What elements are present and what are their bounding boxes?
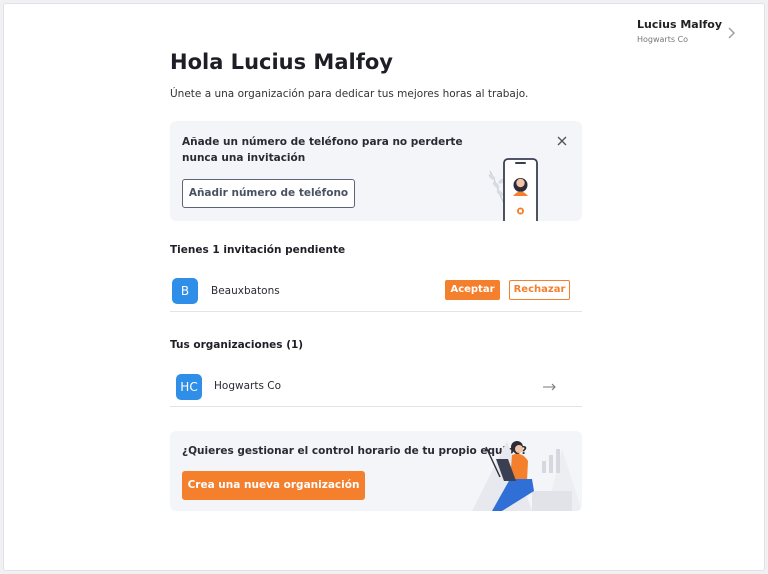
invitation-organization-name: Beauxbatons (211, 285, 280, 297)
phone-number-banner: Añade un número de teléfono para no perd… (170, 121, 582, 221)
organizations-heading: Tus organizaciones (1) (170, 339, 304, 351)
arrow-right-icon[interactable] (543, 383, 557, 391)
phone-illustration (488, 158, 538, 221)
page-subtitle: Únete a una organización para dedicar tu… (170, 88, 529, 100)
page-title: Hola Lucius Malfoy (170, 50, 393, 74)
app-window: Lucius Malfoy Hogwarts Co Hola Lucius Ma… (3, 3, 765, 571)
user-menu[interactable]: Lucius Malfoy Hogwarts Co (637, 18, 722, 44)
add-phone-button[interactable]: Añadir número de teléfono (182, 179, 355, 208)
user-organization: Hogwarts Co (637, 35, 689, 44)
organization-row[interactable]: HC Hogwarts Co (170, 367, 582, 407)
accept-button[interactable]: Aceptar (445, 280, 500, 300)
create-organization-banner: ¿Quieres gestionar el control horario de… (170, 431, 582, 511)
chevron-right-icon[interactable] (726, 26, 736, 40)
invitation-row: B Beauxbatons Aceptar Rechazar (170, 272, 582, 312)
phone-banner-message: Añade un número de teléfono para no perd… (182, 136, 463, 164)
reject-button[interactable]: Rechazar (509, 280, 570, 300)
pending-invitations-heading: Tienes 1 invitación pendiente (170, 244, 346, 256)
create-organization-button[interactable]: Crea una nueva organización (182, 471, 365, 500)
organization-avatar: HC (176, 374, 202, 400)
person-with-laptop-illustration (472, 441, 582, 511)
organization-name: Hogwarts Co (214, 380, 282, 392)
organization-avatar: B (172, 278, 198, 304)
user-name: Lucius Malfoy (637, 18, 722, 31)
